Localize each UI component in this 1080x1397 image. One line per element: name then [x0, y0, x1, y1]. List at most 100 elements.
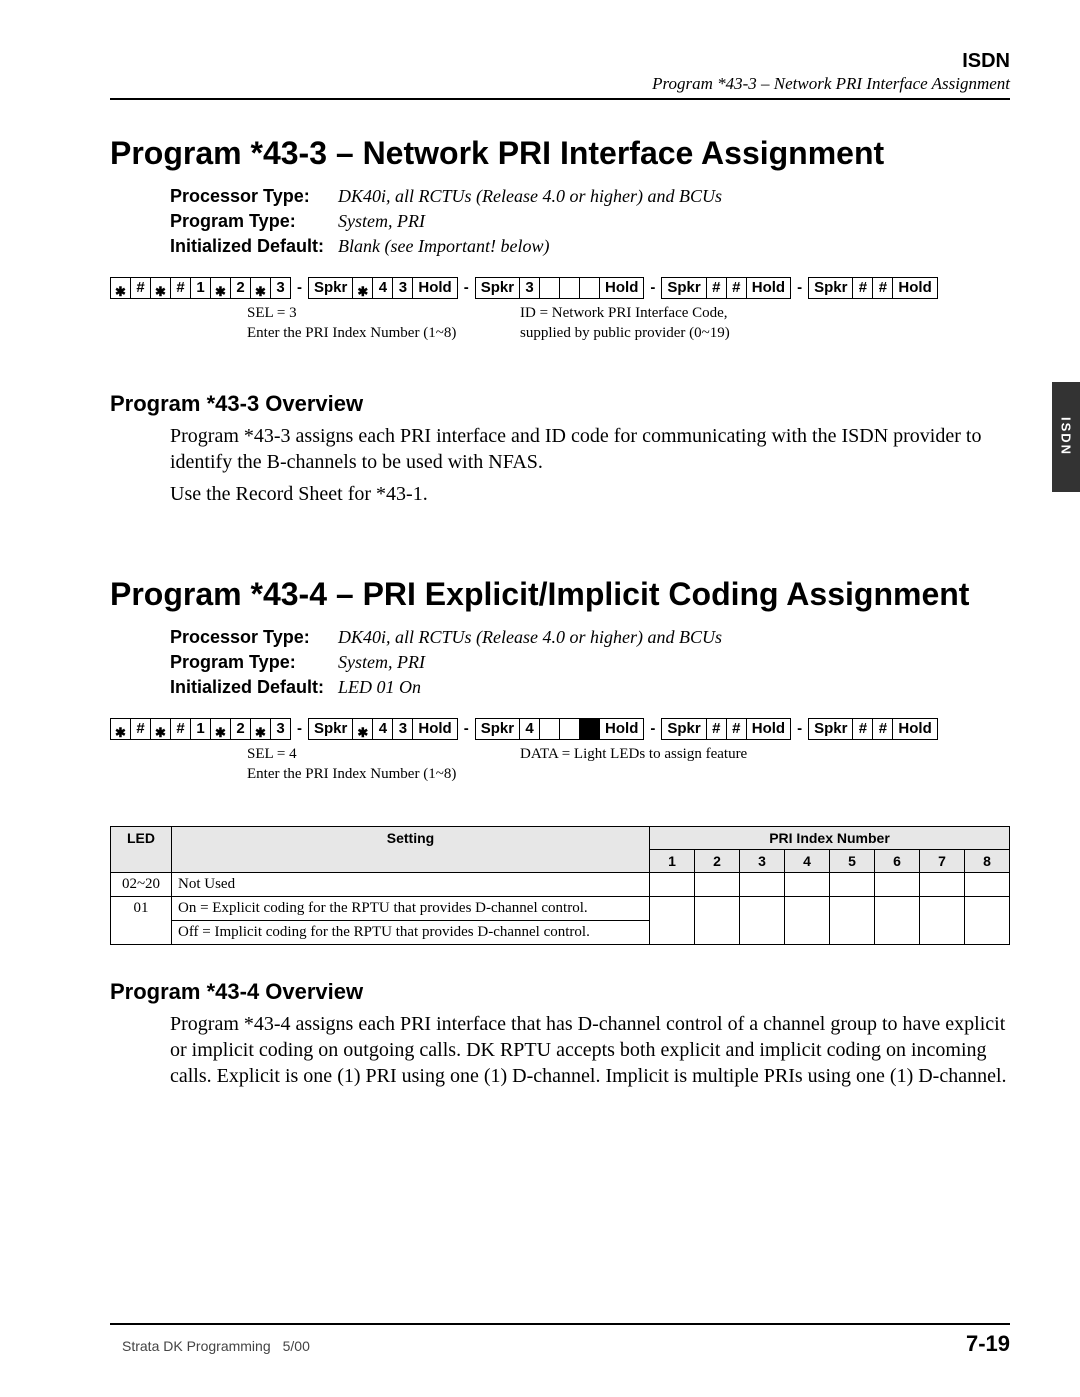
th-col: 3 — [740, 849, 785, 872]
cell-setting: Not Used — [172, 872, 650, 896]
key: ✱ — [151, 278, 171, 298]
program-434-meta: Processor Type:DK40i, all RCTUs (Release… — [170, 627, 1010, 698]
key: ✱ — [151, 719, 171, 739]
key: # — [727, 719, 747, 739]
cell-pri — [740, 872, 785, 896]
key: 4 — [373, 278, 393, 298]
pri-tbody: 02~20Not Used01On = Explicit coding for … — [111, 872, 1010, 944]
key: ✱ — [211, 278, 231, 298]
meta-label: Processor Type: — [170, 186, 338, 207]
key: 4 — [520, 719, 540, 739]
overview-433-p2: Use the Record Sheet for *43-1. — [170, 481, 1010, 507]
key-group: ✱#✱#1✱2✱3 — [110, 718, 291, 740]
key: Spkr — [309, 719, 353, 739]
cell-pri — [695, 896, 740, 944]
key: Spkr — [662, 719, 706, 739]
meta-value: System, PRI — [338, 211, 425, 232]
cell-led: 01 — [111, 896, 172, 944]
key-group: Spkr##Hold — [808, 718, 938, 740]
key: Hold — [747, 278, 790, 298]
meta-value: DK40i, all RCTUs (Release 4.0 or higher)… — [338, 186, 722, 207]
key: # — [853, 278, 873, 298]
key-group: Spkr##Hold — [661, 277, 791, 299]
cell-pri — [785, 896, 830, 944]
key: 2 — [231, 278, 251, 298]
cell-pri — [920, 896, 965, 944]
meta-value: Blank (see Important! below) — [338, 236, 549, 257]
key-group: Spkr3 Hold — [475, 277, 645, 299]
meta-value: System, PRI — [338, 652, 425, 673]
key: # — [853, 719, 873, 739]
key: Hold — [893, 719, 936, 739]
cell-pri — [965, 896, 1010, 944]
page-footer: Strata DK Programming 5/00 7-19 — [110, 1323, 1010, 1357]
key: # — [727, 278, 747, 298]
key — [580, 719, 600, 739]
cell-led: 02~20 — [111, 872, 172, 896]
overview-434-p1: Program *43-4 assigns each PRI interface… — [170, 1011, 1010, 1089]
key: 3 — [271, 719, 290, 739]
key: 3 — [393, 278, 413, 298]
key: 3 — [520, 278, 540, 298]
key: Spkr — [476, 719, 520, 739]
anno-sel: SEL = 4 — [247, 746, 297, 763]
keyseq-434: ✱#✱#1✱2✱3-Spkr✱43Hold-Spkr4 Hold-Spkr##H… — [110, 718, 1010, 804]
page-header: ISDN Program *43-3 – Network PRI Interfa… — [110, 50, 1010, 100]
anno-data: DATA = Light LEDs to assign feature — [520, 746, 747, 763]
key: Hold — [600, 719, 643, 739]
anno-sel: SEL = 3 — [247, 305, 297, 322]
key-group: Spkr4 Hold — [475, 718, 645, 740]
key: Hold — [413, 278, 456, 298]
key-group: Spkr✱43Hold — [308, 718, 458, 740]
key — [560, 719, 580, 739]
program-433-title: Program *43-3 – Network PRI Interface As… — [110, 136, 1010, 172]
th-col: 2 — [695, 849, 740, 872]
key: Spkr — [662, 278, 706, 298]
key — [540, 719, 560, 739]
th-col: 5 — [830, 849, 875, 872]
overview-433-p1: Program *43-3 assigns each PRI interface… — [170, 423, 1010, 475]
key: # — [873, 278, 893, 298]
th-setting: Setting — [172, 826, 650, 872]
footer-title: Strata DK Programming — [122, 1338, 271, 1354]
key-group: Spkr✱43Hold — [308, 277, 458, 299]
cell-pri — [695, 872, 740, 896]
th-col: 7 — [920, 849, 965, 872]
anno-id1: ID = Network PRI Interface Code, — [520, 305, 728, 322]
key: # — [171, 278, 191, 298]
anno-index: Enter the PRI Index Number (1~8) — [247, 766, 456, 783]
key-group: ✱#✱#1✱2✱3 — [110, 277, 291, 299]
header-subtitle: Program *43-3 – Network PRI Interface As… — [110, 74, 1010, 94]
cell-pri — [650, 872, 695, 896]
key: ✱ — [111, 278, 131, 298]
th-led: LED — [111, 826, 172, 872]
cell-pri — [965, 872, 1010, 896]
th-col: 4 — [785, 849, 830, 872]
footer-date: 5/00 — [283, 1338, 310, 1354]
cell-setting: Off = Implicit coding for the RPTU that … — [172, 920, 650, 944]
key — [560, 278, 580, 298]
key: Hold — [747, 719, 790, 739]
footer-page: 7-19 — [966, 1331, 1010, 1357]
key: 2 — [231, 719, 251, 739]
key-group: Spkr##Hold — [661, 718, 791, 740]
key: ✱ — [251, 278, 271, 298]
key: Hold — [600, 278, 643, 298]
key: ✱ — [251, 719, 271, 739]
key: Spkr — [809, 278, 853, 298]
key: 1 — [191, 278, 211, 298]
key: Spkr — [809, 719, 853, 739]
meta-value: LED 01 On — [338, 677, 421, 698]
key: ✱ — [353, 719, 373, 739]
table-row: 02~20Not Used — [111, 872, 1010, 896]
cell-pri — [920, 872, 965, 896]
key: 3 — [393, 719, 413, 739]
key: ✱ — [211, 719, 231, 739]
overview-433-heading: Program *43-3 Overview — [110, 391, 1010, 417]
key: ✱ — [111, 719, 131, 739]
key: # — [873, 719, 893, 739]
th-col: 8 — [965, 849, 1010, 872]
key — [540, 278, 560, 298]
key: 4 — [373, 719, 393, 739]
th-pri: PRI Index Number — [650, 826, 1010, 849]
